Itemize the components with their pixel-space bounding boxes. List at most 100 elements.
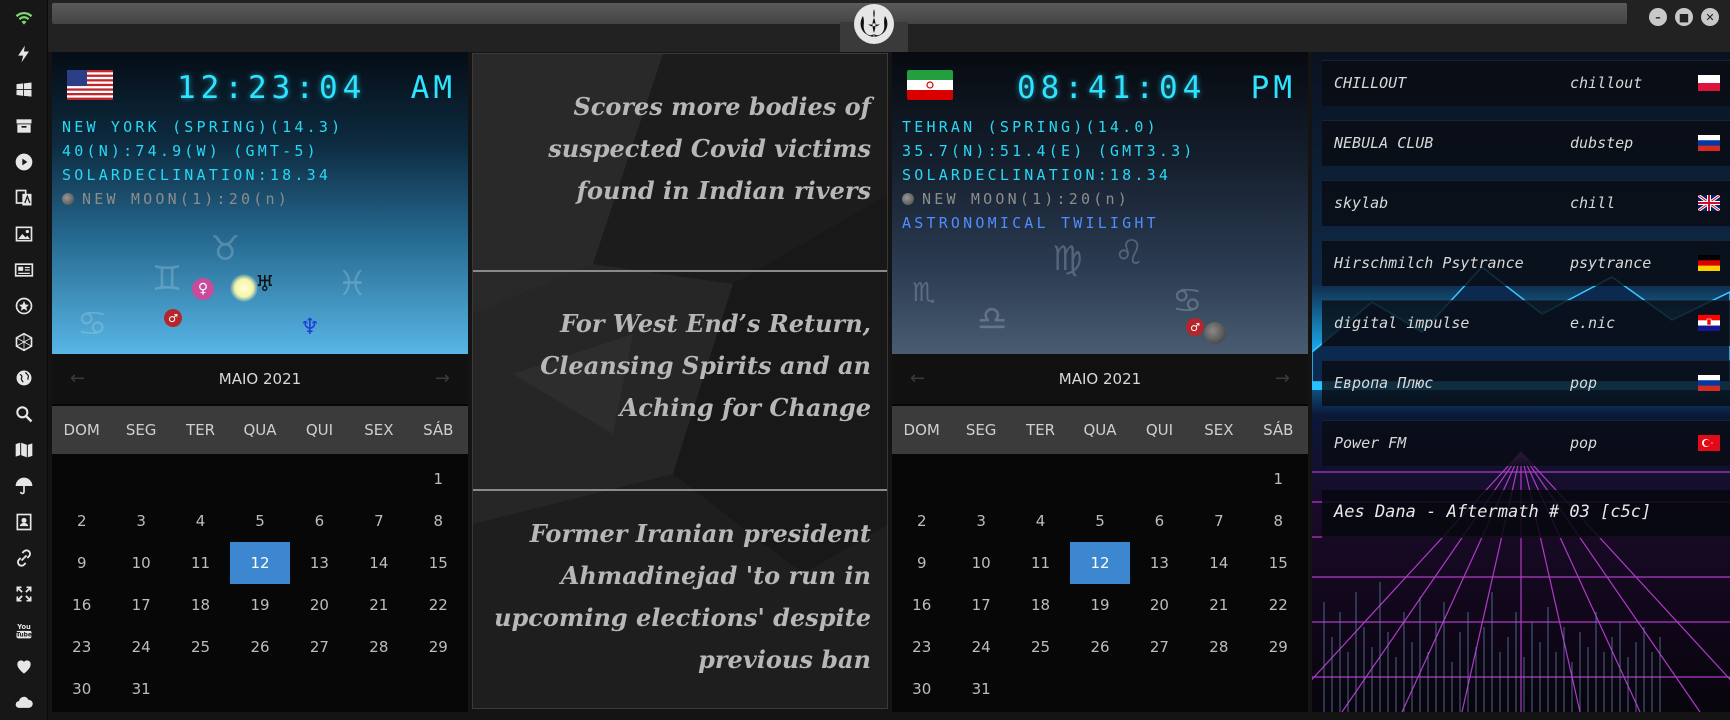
minimize-button[interactable]: – <box>1649 8 1667 26</box>
settings-star-icon[interactable] <box>12 294 36 318</box>
calendar-day[interactable]: 13 <box>1130 542 1189 584</box>
calendar-day[interactable]: 20 <box>290 584 349 626</box>
calendar-day[interactable]: 7 <box>349 500 408 542</box>
radio-station-row[interactable]: CHILLOUT chillout <box>1322 60 1730 106</box>
news-headline[interactable]: Scores more bodies of suspected Covid vi… <box>489 86 871 212</box>
news-headline[interactable]: For West End’s Return, Cleansing Spirits… <box>489 303 871 429</box>
calendar-day[interactable]: 31 <box>951 668 1010 710</box>
calendar-day[interactable]: 25 <box>171 626 230 668</box>
calendar-day[interactable]: 11 <box>1011 542 1070 584</box>
expand-icon[interactable] <box>12 582 36 606</box>
calendar-day[interactable]: 27 <box>1130 626 1189 668</box>
archive-icon[interactable] <box>12 114 36 138</box>
calendar-day[interactable]: 10 <box>951 542 1010 584</box>
calendar-day[interactable]: 1 <box>1249 458 1308 500</box>
youtube-icon[interactable]: You Tube <box>12 618 36 642</box>
calendar-day[interactable]: 25 <box>1011 626 1070 668</box>
calendar-day[interactable]: 22 <box>409 584 468 626</box>
calendar-day[interactable]: 14 <box>349 542 408 584</box>
radio-station-row[interactable]: Hirschmilch Psytrance psytrance <box>1322 240 1730 286</box>
calendar-day[interactable]: 2 <box>892 500 951 542</box>
calendar-day[interactable]: 18 <box>1011 584 1070 626</box>
windows-icon[interactable] <box>12 78 36 102</box>
umbrella-icon[interactable] <box>12 474 36 498</box>
calendar-day[interactable]: 19 <box>1070 584 1129 626</box>
calendar-day[interactable]: 24 <box>951 626 1010 668</box>
calendar-day[interactable]: 26 <box>1070 626 1129 668</box>
radio-station-row[interactable]: Европа Плюс pop <box>1322 360 1730 406</box>
calendar-day[interactable]: 23 <box>52 626 111 668</box>
calendar-day[interactable]: 9 <box>892 542 951 584</box>
calendar-day[interactable]: 13 <box>290 542 349 584</box>
calendar-day[interactable]: 16 <box>52 584 111 626</box>
wifi-icon[interactable] <box>12 6 36 30</box>
calendar-day[interactable]: 15 <box>409 542 468 584</box>
calendar-day[interactable]: 16 <box>892 584 951 626</box>
calendar-day-selected[interactable]: 12 <box>1070 542 1130 584</box>
calendar-day[interactable]: 23 <box>892 626 951 668</box>
calendar-day[interactable]: 30 <box>52 668 111 710</box>
link-icon[interactable] <box>12 546 36 570</box>
heart-icon[interactable] <box>12 654 36 678</box>
calendar-day[interactable]: 5 <box>1070 500 1129 542</box>
calendar-day[interactable]: 21 <box>1189 584 1248 626</box>
play-icon[interactable] <box>12 150 36 174</box>
title-bar[interactable] <box>52 3 1627 24</box>
calendar-day[interactable]: 29 <box>409 626 468 668</box>
globe-icon[interactable] <box>12 366 36 390</box>
calendar-day[interactable]: 28 <box>349 626 408 668</box>
calendar-day[interactable]: 4 <box>171 500 230 542</box>
calendar-day[interactable]: 21 <box>349 584 408 626</box>
cloud-icon[interactable] <box>12 690 36 714</box>
calendar-day[interactable]: 29 <box>1249 626 1308 668</box>
calendar-day[interactable]: 17 <box>111 584 170 626</box>
rebel-alliance-icon[interactable] <box>854 4 894 44</box>
calendar-day[interactable]: 22 <box>1249 584 1308 626</box>
calendar-day[interactable]: 5 <box>230 500 289 542</box>
calendar-day[interactable]: 31 <box>111 668 170 710</box>
search-icon[interactable] <box>12 402 36 426</box>
calendar-day[interactable]: 27 <box>290 626 349 668</box>
calendar-day[interactable]: 2 <box>52 500 111 542</box>
calendar-day[interactable]: 8 <box>1249 500 1308 542</box>
contact-icon[interactable] <box>12 510 36 534</box>
newspaper-icon[interactable] <box>12 258 36 282</box>
calendar-day[interactable]: 20 <box>1130 584 1189 626</box>
radio-station-row[interactable]: NEBULA CLUB dubstep <box>1322 120 1730 166</box>
close-button[interactable]: ✕ <box>1701 8 1719 26</box>
calendar-day[interactable]: 9 <box>52 542 111 584</box>
calendar-day[interactable]: 11 <box>171 542 230 584</box>
calendar-day[interactable]: 24 <box>111 626 170 668</box>
calendar-day-selected[interactable]: 12 <box>230 542 290 584</box>
calendar-day[interactable]: 28 <box>1189 626 1248 668</box>
now-playing[interactable]: Aes Dana - Aftermath # 03 [c5c] <box>1322 490 1730 538</box>
bolt-icon[interactable] <box>12 42 36 66</box>
news-headline[interactable]: Former Iranian president Ahmadinejad 'to… <box>489 513 871 681</box>
calendar-day[interactable]: 8 <box>409 500 468 542</box>
map-icon[interactable] <box>12 438 36 462</box>
calendar-day[interactable]: 6 <box>1130 500 1189 542</box>
radio-station-row[interactable]: skylab chill <box>1322 180 1730 226</box>
hexagon-icon[interactable] <box>12 330 36 354</box>
calendar-day[interactable]: 3 <box>111 500 170 542</box>
calendar-day[interactable]: 1 <box>409 458 468 500</box>
maximize-button[interactable]: ■ <box>1675 8 1693 26</box>
calendar-day[interactable]: 26 <box>230 626 289 668</box>
next-month-button[interactable]: → <box>1275 368 1290 389</box>
calendar-day[interactable]: 15 <box>1249 542 1308 584</box>
calendar-day[interactable]: 6 <box>290 500 349 542</box>
radio-station-row[interactable]: Power FM pop <box>1322 420 1730 466</box>
calendar-day[interactable]: 19 <box>230 584 289 626</box>
calendar-day[interactable]: 4 <box>1011 500 1070 542</box>
next-month-button[interactable]: → <box>435 368 450 389</box>
image-icon[interactable] <box>12 222 36 246</box>
calendar-day[interactable]: 30 <box>892 668 951 710</box>
translate-icon[interactable] <box>12 186 36 210</box>
calendar-day[interactable]: 10 <box>111 542 170 584</box>
calendar-day[interactable]: 18 <box>171 584 230 626</box>
calendar-day[interactable]: 3 <box>951 500 1010 542</box>
calendar-day[interactable]: 7 <box>1189 500 1248 542</box>
calendar-day[interactable]: 17 <box>951 584 1010 626</box>
radio-station-row[interactable]: digital impulse e.nic <box>1322 300 1730 346</box>
calendar-day[interactable]: 14 <box>1189 542 1248 584</box>
